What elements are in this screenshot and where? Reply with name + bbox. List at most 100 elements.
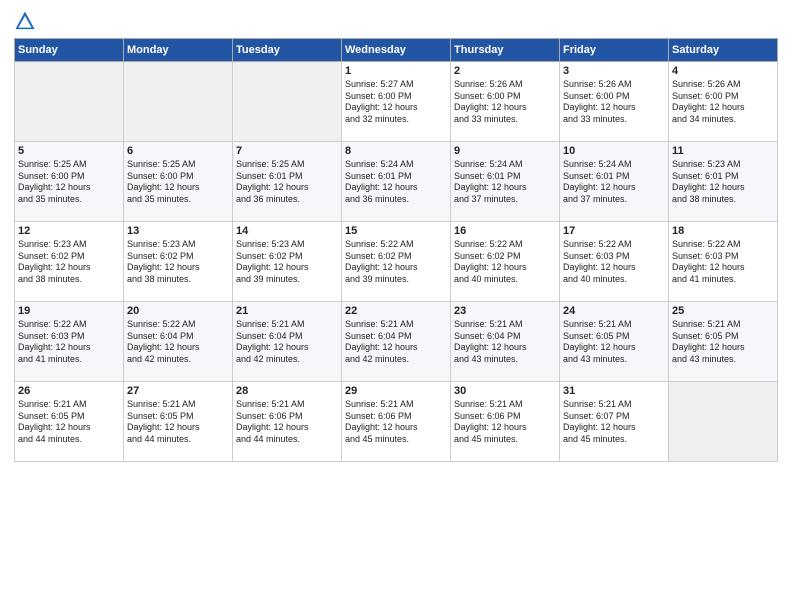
day-number: 19 bbox=[18, 305, 120, 317]
day-info-line: Sunset: 6:00 PM bbox=[454, 91, 556, 103]
day-info-line: Daylight: 12 hours bbox=[236, 422, 338, 434]
day-number: 24 bbox=[563, 305, 665, 317]
calendar-cell: 11Sunrise: 5:23 AMSunset: 6:01 PMDayligh… bbox=[669, 142, 778, 222]
day-info-line: Daylight: 12 hours bbox=[563, 342, 665, 354]
day-info-line: Daylight: 12 hours bbox=[236, 262, 338, 274]
day-number: 8 bbox=[345, 145, 447, 157]
calendar-cell: 18Sunrise: 5:22 AMSunset: 6:03 PMDayligh… bbox=[669, 222, 778, 302]
calendar-table: SundayMondayTuesdayWednesdayThursdayFrid… bbox=[14, 38, 778, 462]
calendar-cell: 25Sunrise: 5:21 AMSunset: 6:05 PMDayligh… bbox=[669, 302, 778, 382]
week-row-3: 12Sunrise: 5:23 AMSunset: 6:02 PMDayligh… bbox=[15, 222, 778, 302]
day-info-line: Sunset: 6:06 PM bbox=[454, 411, 556, 423]
calendar-cell: 24 Sunrise: 5:21 AMSunset: 6:05 PMDayligh… bbox=[560, 302, 669, 382]
day-info-line: and 42 minutes. bbox=[127, 354, 229, 366]
calendar-cell: 17Sunrise: 5:22 AMSunset: 6:03 PMDayligh… bbox=[560, 222, 669, 302]
day-number: 22 bbox=[345, 305, 447, 317]
day-info-line: Sunrise: 5:21 AM bbox=[563, 319, 665, 331]
day-info-line: Daylight: 12 hours bbox=[345, 182, 447, 194]
calendar-cell: 23Sunrise: 5:21 AMSunset: 6:04 PMDayligh… bbox=[451, 302, 560, 382]
day-info-line: Daylight: 12 hours bbox=[236, 342, 338, 354]
day-number: 6 bbox=[127, 145, 229, 157]
day-number: 28 bbox=[236, 385, 338, 397]
day-number: 2 bbox=[454, 65, 556, 77]
day-info-line: Sunrise: 5:22 AM bbox=[672, 239, 774, 251]
day-info-line: Daylight: 12 hours bbox=[18, 182, 120, 194]
calendar-cell: 30Sunrise: 5:21 AMSunset: 6:06 PMDayligh… bbox=[451, 382, 560, 462]
day-info-line: Daylight: 12 hours bbox=[127, 262, 229, 274]
day-info-line: Sunset: 6:01 PM bbox=[672, 171, 774, 183]
day-number: 23 bbox=[454, 305, 556, 317]
day-info-line: and 39 minutes. bbox=[236, 274, 338, 286]
day-info-line: Daylight: 12 hours bbox=[345, 342, 447, 354]
day-info-line: Sunset: 6:06 PM bbox=[236, 411, 338, 423]
day-info-line: Sunset: 6:04 PM bbox=[127, 331, 229, 343]
col-header-tuesday: Tuesday bbox=[233, 39, 342, 62]
calendar-cell: 29 Sunrise: 5:21 AMSunset: 6:06 PMDayligh… bbox=[342, 382, 451, 462]
calendar-cell bbox=[233, 62, 342, 142]
day-info-line: and 36 minutes. bbox=[236, 194, 338, 206]
day-number: 10 bbox=[563, 145, 665, 157]
day-number: 20 bbox=[127, 305, 229, 317]
calendar-cell: 31Sunrise: 5:21 AMSunset: 6:07 PMDayligh… bbox=[560, 382, 669, 462]
day-number: 9 bbox=[454, 145, 556, 157]
col-header-wednesday: Wednesday bbox=[342, 39, 451, 62]
day-info-line: and 34 minutes. bbox=[672, 114, 774, 126]
day-info-line: Sunset: 6:05 PM bbox=[672, 331, 774, 343]
day-info-line: Sunset: 6:02 PM bbox=[236, 251, 338, 263]
calendar-cell: 5Sunrise: 5:25 AMSunset: 6:00 PMDaylight… bbox=[15, 142, 124, 222]
day-info-line: Daylight: 12 hours bbox=[454, 182, 556, 194]
day-info-line: Sunset: 6:05 PM bbox=[563, 331, 665, 343]
day-info-line: Daylight: 12 hours bbox=[672, 102, 774, 114]
day-info-line: Daylight: 12 hours bbox=[672, 262, 774, 274]
day-info-line: Sunrise: 5:23 AM bbox=[127, 239, 229, 251]
day-info-line: Sunrise: 5:21 AM bbox=[236, 319, 338, 331]
day-number: 30 bbox=[454, 385, 556, 397]
day-info-line: Daylight: 12 hours bbox=[454, 342, 556, 354]
calendar-cell bbox=[124, 62, 233, 142]
day-info-line: Daylight: 12 hours bbox=[18, 262, 120, 274]
calendar-cell: 27Sunrise: 5:21 AMSunset: 6:05 PMDayligh… bbox=[124, 382, 233, 462]
day-info-line: Sunrise: 5:23 AM bbox=[672, 159, 774, 171]
calendar-cell: 7Sunrise: 5:25 AMSunset: 6:01 PMDaylight… bbox=[233, 142, 342, 222]
day-number: 27 bbox=[127, 385, 229, 397]
day-info-line: Sunrise: 5:21 AM bbox=[345, 319, 447, 331]
day-info-line: Sunset: 6:00 PM bbox=[127, 171, 229, 183]
calendar-cell: 20Sunrise: 5:22 AMSunset: 6:04 PMDayligh… bbox=[124, 302, 233, 382]
day-info-line: Sunrise: 5:21 AM bbox=[454, 319, 556, 331]
day-info-line: Sunset: 6:02 PM bbox=[454, 251, 556, 263]
day-number: 14 bbox=[236, 225, 338, 237]
day-number: 3 bbox=[563, 65, 665, 77]
day-info-line: Sunrise: 5:23 AM bbox=[18, 239, 120, 251]
day-info-line: Sunset: 6:05 PM bbox=[127, 411, 229, 423]
header-row: SundayMondayTuesdayWednesdayThursdayFrid… bbox=[15, 39, 778, 62]
day-info-line: Sunset: 6:01 PM bbox=[454, 171, 556, 183]
day-info-line: Sunrise: 5:22 AM bbox=[563, 239, 665, 251]
calendar-cell: 9Sunrise: 5:24 AMSunset: 6:01 PMDaylight… bbox=[451, 142, 560, 222]
col-header-friday: Friday bbox=[560, 39, 669, 62]
col-header-monday: Monday bbox=[124, 39, 233, 62]
day-info-line: Sunrise: 5:21 AM bbox=[345, 399, 447, 411]
day-info-line: Daylight: 12 hours bbox=[454, 422, 556, 434]
calendar-cell: 6Sunrise: 5:25 AMSunset: 6:00 PMDaylight… bbox=[124, 142, 233, 222]
day-number: 29 bbox=[345, 385, 447, 397]
header bbox=[14, 10, 778, 32]
day-number: 17 bbox=[563, 225, 665, 237]
day-info-line: and 40 minutes. bbox=[563, 274, 665, 286]
day-info-line: and 41 minutes. bbox=[18, 354, 120, 366]
day-info-line: and 45 minutes. bbox=[563, 434, 665, 446]
day-info-line: and 43 minutes. bbox=[672, 354, 774, 366]
day-number: 12 bbox=[18, 225, 120, 237]
day-info-line: Sunset: 6:06 PM bbox=[345, 411, 447, 423]
week-row-1: 1Sunrise: 5:27 AMSunset: 6:00 PMDaylight… bbox=[15, 62, 778, 142]
day-info-line: Daylight: 12 hours bbox=[345, 422, 447, 434]
calendar-cell: 12Sunrise: 5:23 AMSunset: 6:02 PMDayligh… bbox=[15, 222, 124, 302]
calendar-cell: 26Sunrise: 5:21 AMSunset: 6:05 PMDayligh… bbox=[15, 382, 124, 462]
day-info-line: Daylight: 12 hours bbox=[345, 262, 447, 274]
day-info-line: Sunset: 6:07 PM bbox=[563, 411, 665, 423]
day-info-line: Sunset: 6:03 PM bbox=[563, 251, 665, 263]
day-info-line: Daylight: 12 hours bbox=[18, 342, 120, 354]
day-info-line: and 35 minutes. bbox=[127, 194, 229, 206]
day-number: 7 bbox=[236, 145, 338, 157]
day-info-line: Sunset: 6:02 PM bbox=[127, 251, 229, 263]
day-number: 25 bbox=[672, 305, 774, 317]
